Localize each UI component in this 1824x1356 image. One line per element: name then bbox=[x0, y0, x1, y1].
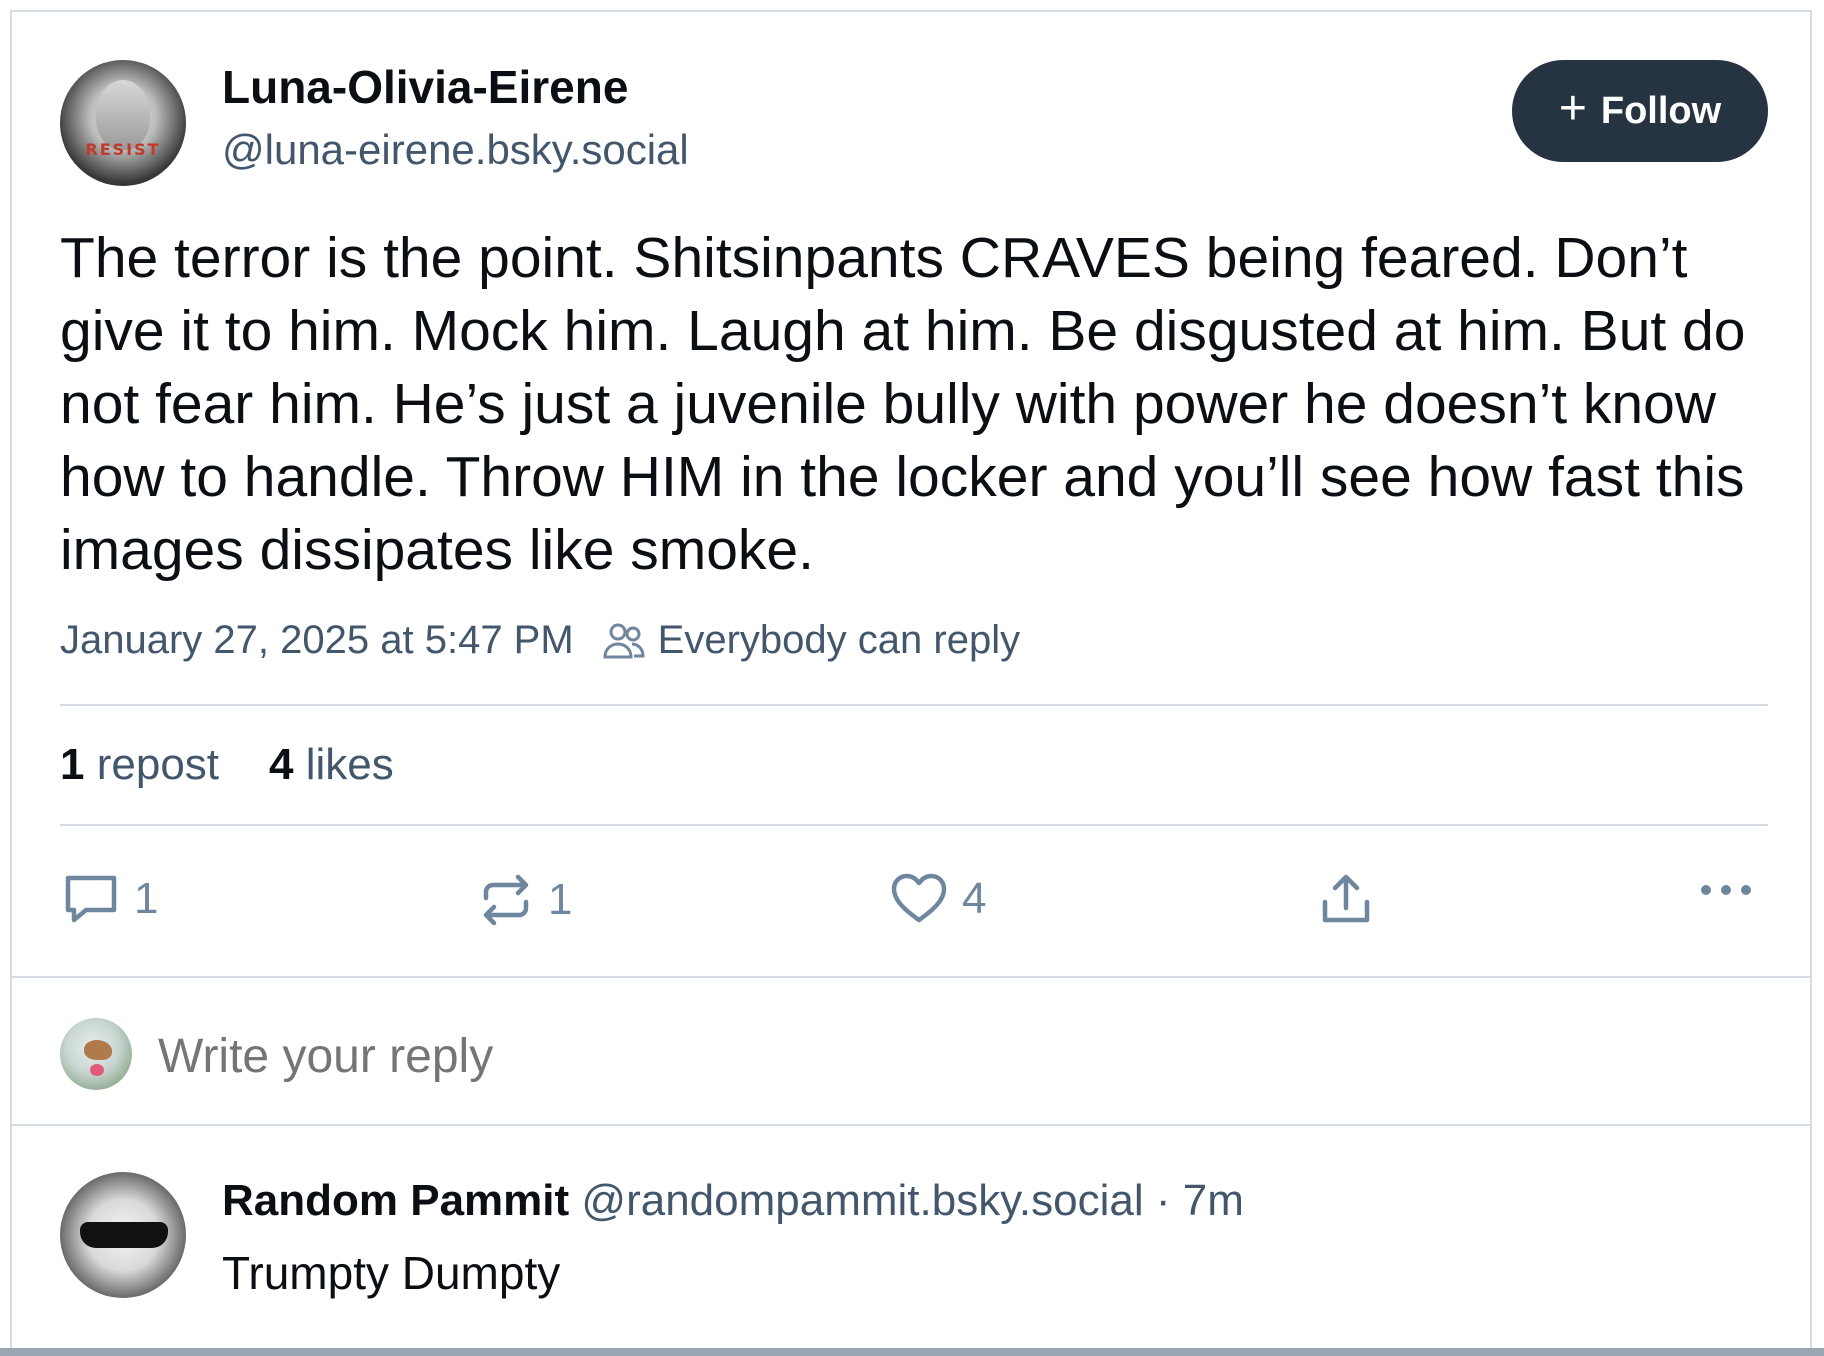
like-action-button[interactable]: 4 bbox=[890, 872, 986, 926]
author-handle[interactable]: @luna-eirene.bsky.social bbox=[222, 126, 689, 174]
reply-separator: · bbox=[1155, 1176, 1171, 1225]
people-icon bbox=[603, 623, 645, 658]
repost-stat-label: repost bbox=[96, 740, 220, 789]
bottom-edge bbox=[0, 1348, 1824, 1356]
author-avatar[interactable]: RESIST bbox=[60, 60, 186, 186]
post-thread-container bbox=[10, 10, 1812, 1356]
divider bbox=[60, 704, 1768, 706]
avatar-badge-text: RESIST bbox=[85, 140, 161, 159]
divider bbox=[10, 1124, 1812, 1126]
reply-setting[interactable]: Everybody can reply bbox=[658, 618, 1020, 663]
like-stat[interactable]: 4 likes bbox=[269, 740, 394, 790]
heart-icon bbox=[891, 873, 947, 923]
more-options-button[interactable] bbox=[1698, 880, 1754, 900]
repost-count: 1 bbox=[60, 740, 85, 789]
reply-author-name[interactable]: Random Pammit bbox=[222, 1176, 569, 1225]
post-text: The terror is the point. Shitsinpants CR… bbox=[60, 226, 1746, 582]
avatar-glasses bbox=[80, 1222, 168, 1248]
reply-author-avatar[interactable] bbox=[60, 1172, 186, 1298]
post-meta: January 27, 2025 at 5:47 PM Everybody ca… bbox=[60, 618, 1020, 663]
author-display-name[interactable]: Luna-Olivia-Eirene bbox=[222, 60, 628, 114]
plus-icon: + bbox=[1558, 82, 1587, 135]
reply-author-handle[interactable]: @randompammit.bsky.social bbox=[581, 1176, 1143, 1225]
post-stats: 1 repost 4 likes bbox=[60, 740, 394, 790]
reply-text: Trumpty Dumpty bbox=[222, 1247, 561, 1299]
reply-icon bbox=[65, 875, 117, 923]
current-user-avatar bbox=[60, 1018, 132, 1090]
repost-icon bbox=[483, 874, 529, 926]
avatar-bird bbox=[84, 1040, 112, 1060]
divider bbox=[10, 976, 1812, 978]
divider bbox=[60, 824, 1768, 826]
follow-label: Follow bbox=[1600, 89, 1722, 132]
like-stat-label: likes bbox=[305, 740, 394, 789]
reply-action-button[interactable]: 1 bbox=[62, 872, 158, 926]
ellipsis-icon bbox=[1701, 885, 1751, 895]
follow-button[interactable]: + Follow bbox=[1512, 60, 1768, 162]
like-count: 4 bbox=[269, 740, 294, 789]
reply-age[interactable]: 7m bbox=[1183, 1176, 1244, 1225]
like-count-action: 4 bbox=[962, 874, 987, 923]
share-action-button[interactable] bbox=[1318, 872, 1374, 928]
avatar-flower bbox=[90, 1064, 104, 1076]
reply-input[interactable] bbox=[156, 1020, 1660, 1092]
reply-header: Random Pammit @randompammit.bsky.social … bbox=[222, 1176, 1244, 1226]
repost-stat[interactable]: 1 repost bbox=[60, 740, 219, 790]
repost-action-button[interactable]: 1 bbox=[478, 872, 572, 928]
repost-count-action: 1 bbox=[548, 875, 573, 924]
reply-count: 1 bbox=[134, 874, 159, 923]
share-icon bbox=[1322, 874, 1370, 923]
post-timestamp: January 27, 2025 at 5:47 PM bbox=[60, 618, 574, 662]
